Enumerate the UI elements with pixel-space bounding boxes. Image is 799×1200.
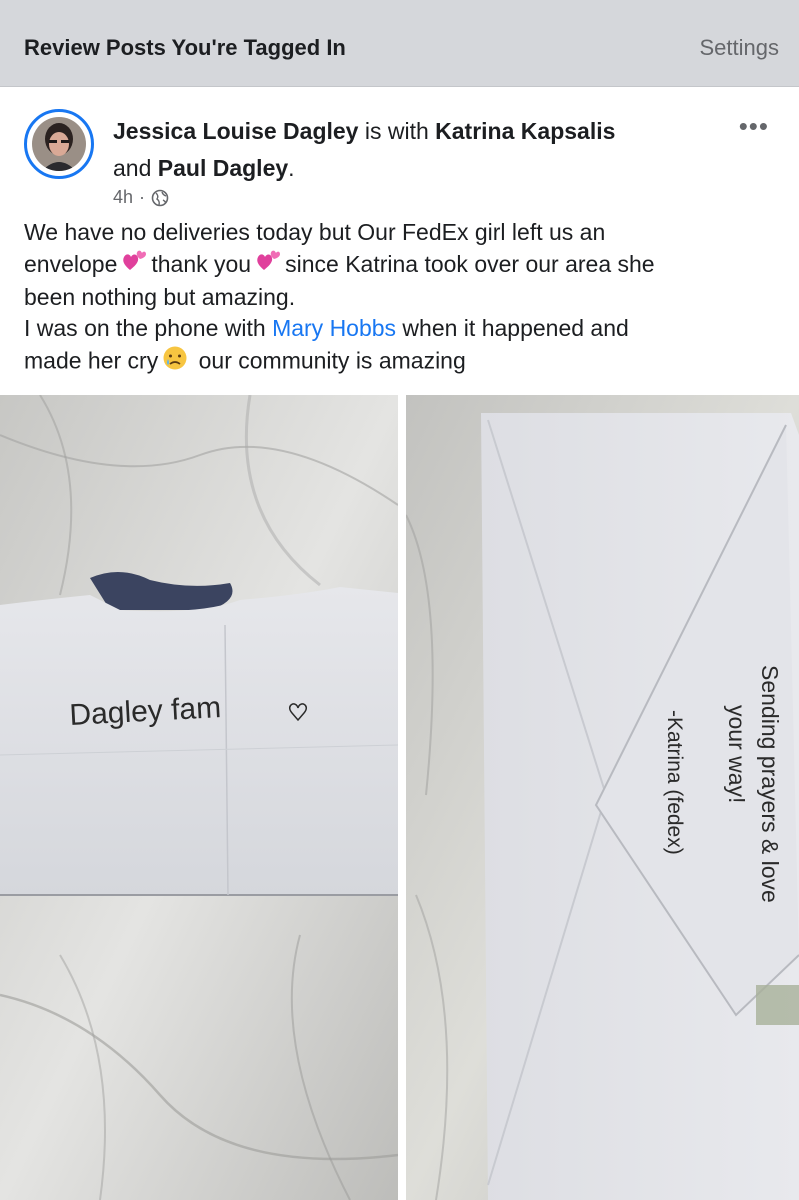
- timestamp[interactable]: 4h: [113, 187, 133, 208]
- mention-link[interactable]: Mary Hobbs: [272, 315, 396, 341]
- crying-face-icon: [162, 345, 188, 380]
- body-text-community: our community is amazing: [198, 347, 466, 373]
- body-line-1: We have no deliveries today but Our FedE…: [24, 219, 606, 245]
- meta-separator: ·: [139, 187, 146, 207]
- tagged-user-2[interactable]: Paul Dagley: [158, 155, 288, 181]
- photo-envelope-back[interactable]: Sending prayers & love your way! -Katrin…: [406, 395, 799, 1200]
- more-options-icon[interactable]: •••: [739, 111, 769, 142]
- two-hearts-icon-2: [255, 249, 281, 282]
- body-text-envelope: envelope: [24, 250, 118, 277]
- handwriting-back-2: your way!: [724, 705, 750, 803]
- post-meta: 4h ·: [113, 187, 169, 208]
- settings-button[interactable]: Settings: [700, 35, 780, 61]
- period-text: .: [288, 155, 295, 181]
- author-name[interactable]: Jessica Louise Dagley: [113, 118, 358, 144]
- body-text-since: since Katrina took over our area she: [285, 250, 655, 277]
- with-text: is with: [358, 118, 436, 144]
- post-body: We have no deliveries today but Our FedE…: [24, 217, 784, 379]
- avatar-photo: [32, 117, 86, 171]
- page-title: Review Posts You're Tagged In: [24, 35, 346, 60]
- tagged-user-1[interactable]: Katrina Kapsalis: [435, 118, 615, 144]
- handwriting-back-3: -Katrina (fedex): [663, 710, 686, 855]
- body-line-3: been nothing but amazing.: [24, 283, 296, 310]
- top-bar: Review Posts You're Tagged In Settings: [0, 0, 799, 87]
- two-hearts-icon: [121, 249, 147, 282]
- globe-icon: [151, 189, 169, 206]
- body-text-when: when it happened and: [396, 315, 629, 342]
- handwriting-back-1: Sending prayers & love: [757, 665, 783, 903]
- post-header: Jessica Louise Dagley is with Katrina Ka…: [113, 113, 693, 187]
- and-text: and: [113, 155, 158, 181]
- photo-envelope-front[interactable]: Dagley fam: [0, 395, 398, 1200]
- body-text-cry: made her cry: [24, 347, 159, 373]
- body-text-thank-you: thank you: [151, 250, 252, 277]
- body-text-phone: I was on the phone with: [24, 315, 273, 342]
- avatar[interactable]: [24, 109, 94, 179]
